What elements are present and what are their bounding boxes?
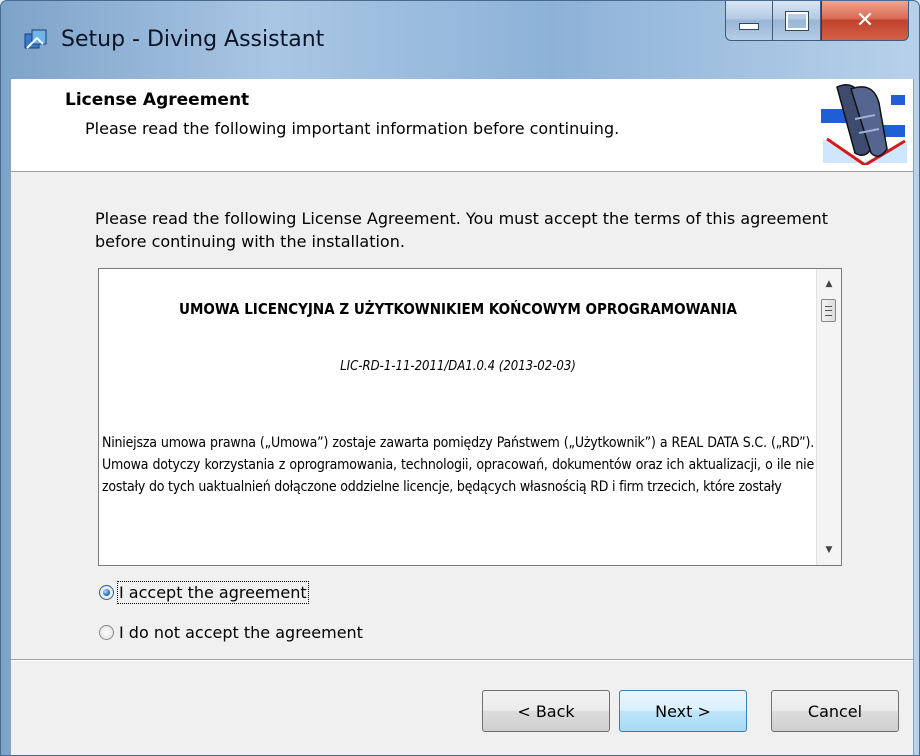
setup-window: Setup - Diving Assistant ✕ License Agree… <box>0 0 920 756</box>
page-header: License Agreement Please read the follow… <box>11 79 913 172</box>
license-textbox[interactable]: UMOWA LICENCYJNA Z UŻYTKOWNIKIEM KOŃCOWY… <box>98 268 842 566</box>
scroll-up-arrow-icon[interactable]: ▲ <box>817 273 841 295</box>
next-button[interactable]: Next > <box>619 690 747 732</box>
setup-app-icon <box>24 29 47 49</box>
decline-radio-option[interactable]: I do not accept the agreement <box>99 623 363 642</box>
license-code: LIC-RD-1-11-2011/DA1.0.4 (2013-02-03) <box>340 359 576 374</box>
diving-fins-image <box>821 84 907 165</box>
decline-radio-button[interactable] <box>99 625 114 640</box>
license-body: Niniejsza umowa prawna („Umowa”) zostaje… <box>102 435 814 495</box>
dialog-body: License Agreement Please read the follow… <box>10 79 914 755</box>
license-title: UMOWA LICENCYJNA Z UŻYTKOWNIKIEM KOŃCOWY… <box>178 300 737 318</box>
button-separator <box>11 659 913 661</box>
maximize-button[interactable] <box>773 1 821 41</box>
page-subtitle: Please read the following important info… <box>85 119 620 138</box>
title-bar[interactable]: Setup - Diving Assistant ✕ <box>1 1 919 79</box>
license-content: UMOWA LICENCYJNA Z UŻYTKOWNIKIEM KOŃCOWY… <box>99 269 817 565</box>
back-button[interactable]: < Back <box>482 690 610 732</box>
scroll-down-arrow-icon[interactable]: ▼ <box>817 539 841 561</box>
minimize-icon <box>726 1 772 40</box>
license-scrollbar[interactable]: ▲ ▼ <box>816 269 841 565</box>
caption-buttons: ✕ <box>725 1 909 41</box>
accept-radio-option[interactable]: I accept the agreement <box>99 581 309 604</box>
accept-radio-button[interactable] <box>99 585 114 600</box>
intro-text: Please read the following License Agreem… <box>95 209 829 251</box>
scroll-thumb[interactable] <box>821 299 836 322</box>
close-button[interactable]: ✕ <box>821 1 909 41</box>
window-title: Setup - Diving Assistant <box>61 27 325 52</box>
maximize-icon <box>773 1 820 40</box>
close-icon: ✕ <box>855 8 875 33</box>
page-title: License Agreement <box>65 90 250 110</box>
decline-radio-label[interactable]: I do not accept the agreement <box>119 623 363 642</box>
accept-radio-label[interactable]: I accept the agreement <box>117 581 309 604</box>
minimize-button[interactable] <box>725 1 773 41</box>
cancel-button[interactable]: Cancel <box>771 690 899 732</box>
